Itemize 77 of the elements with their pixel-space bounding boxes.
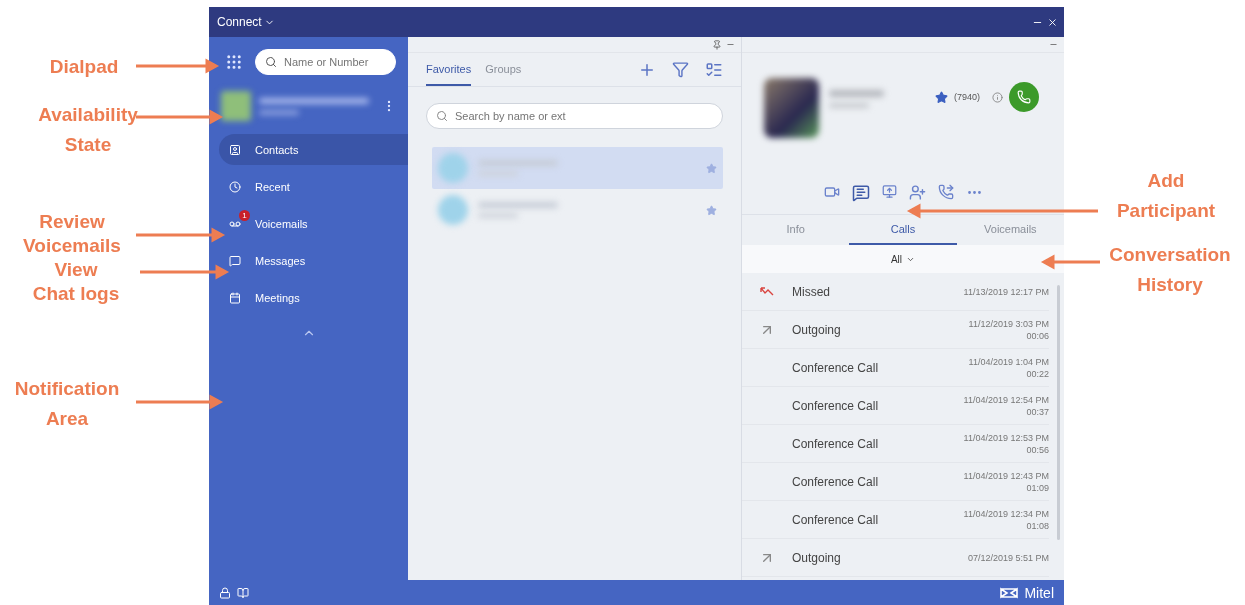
meetings-icon <box>229 291 241 304</box>
lock-icon[interactable] <box>219 586 231 599</box>
nav-item[interactable]: Meetings <box>219 282 408 313</box>
callout-label: Notification Area <box>13 377 121 431</box>
star-icon[interactable] <box>935 90 948 104</box>
dialpad-icon[interactable] <box>225 53 243 71</box>
blurred-status <box>259 109 299 115</box>
call-type: Conference Call <box>792 398 880 413</box>
avatar[interactable] <box>221 91 251 121</box>
nav-item[interactable]: Contacts <box>219 134 408 165</box>
phone-icon <box>1017 90 1031 104</box>
callout-label: Add Participant <box>1115 169 1217 223</box>
call-type: Conference Call <box>792 512 880 527</box>
call-type: Outgoing <box>792 322 842 337</box>
book-icon[interactable] <box>237 586 249 599</box>
call-duration: 01:08 <box>1025 520 1049 531</box>
call-type: Outgoing <box>792 550 842 565</box>
nav-item[interactable]: Messages <box>219 245 408 276</box>
video-icon[interactable] <box>823 184 840 200</box>
call-type: Conference Call <box>792 360 880 375</box>
call-date: 11/13/2019 12:17 PM <box>963 286 1049 297</box>
close-icon[interactable] <box>1047 16 1058 28</box>
count-badge: 1 <box>239 210 250 221</box>
call-type: Conference Call <box>792 436 880 451</box>
search-icon <box>436 110 448 122</box>
call-date: 11/04/2019 12:53 PM <box>963 432 1049 443</box>
add-participant-icon[interactable] <box>908 184 926 201</box>
tab[interactable]: Favorites <box>426 53 472 86</box>
callout-label: Conversation History <box>1108 243 1232 297</box>
call-button[interactable] <box>1009 82 1039 112</box>
call-duration: 00:37 <box>1025 406 1049 417</box>
info-icon[interactable] <box>992 91 1003 103</box>
brand-logo: Mitel <box>999 584 1054 601</box>
filter-icon[interactable] <box>672 60 689 78</box>
call-type: Missed <box>792 284 831 299</box>
window-title[interactable]: Connect <box>217 15 275 29</box>
blurred-name <box>829 90 884 97</box>
search-field[interactable]: Search by name or ext <box>426 103 723 129</box>
call-duration: 00:56 <box>1025 444 1049 455</box>
messages-icon <box>229 254 241 267</box>
call-date: 11/12/2019 3:03 PM <box>968 318 1049 329</box>
callout-label: Dialpad <box>48 55 120 79</box>
callout-label: Availability State <box>37 103 139 157</box>
call-date: 07/12/2019 5:51 PM <box>967 552 1049 563</box>
avatar <box>438 153 468 183</box>
callout-label: View Chat logs <box>31 258 121 306</box>
call-date: 11/04/2019 12:54 PM <box>963 394 1049 405</box>
contacts-icon <box>229 143 241 156</box>
scrollbar[interactable] <box>1057 285 1060 540</box>
call-duration: 00:06 <box>1025 330 1049 341</box>
call-forward-icon[interactable] <box>937 184 954 200</box>
call-type: Conference Call <box>792 474 880 489</box>
star-icon[interactable] <box>706 204 717 216</box>
call-date: 11/04/2019 12:34 PM <box>963 508 1049 519</box>
screen-share-icon[interactable] <box>881 184 897 199</box>
tab[interactable]: Info <box>742 215 850 245</box>
star-icon[interactable] <box>706 162 717 174</box>
filter-dropdown[interactable]: All <box>884 252 922 266</box>
call-duration: 00:22 <box>1025 368 1049 379</box>
call-date: 11/04/2019 1:04 PM <box>968 356 1049 367</box>
extension: (7940) <box>954 92 980 102</box>
call-duration: 01:09 <box>1025 482 1049 493</box>
contact-photo <box>764 78 819 138</box>
search-icon <box>265 56 277 68</box>
missed-call-icon <box>759 285 775 298</box>
tab[interactable]: Groups <box>485 53 522 86</box>
nav-item[interactable]: 1 Voicemails <box>219 208 408 239</box>
nav-item[interactable]: Recent <box>219 171 408 202</box>
list-icon[interactable] <box>705 60 723 79</box>
callout-arrow <box>1044 256 1100 268</box>
callout-label: Review Voicemails <box>22 210 122 258</box>
recent-icon <box>229 180 241 193</box>
call-date: 11/04/2019 12:43 PM <box>963 470 1049 481</box>
pin-icon[interactable] <box>712 39 722 50</box>
avatar <box>438 195 468 225</box>
tab[interactable]: Voicemails <box>956 215 1064 245</box>
chat-icon[interactable] <box>851 184 870 202</box>
